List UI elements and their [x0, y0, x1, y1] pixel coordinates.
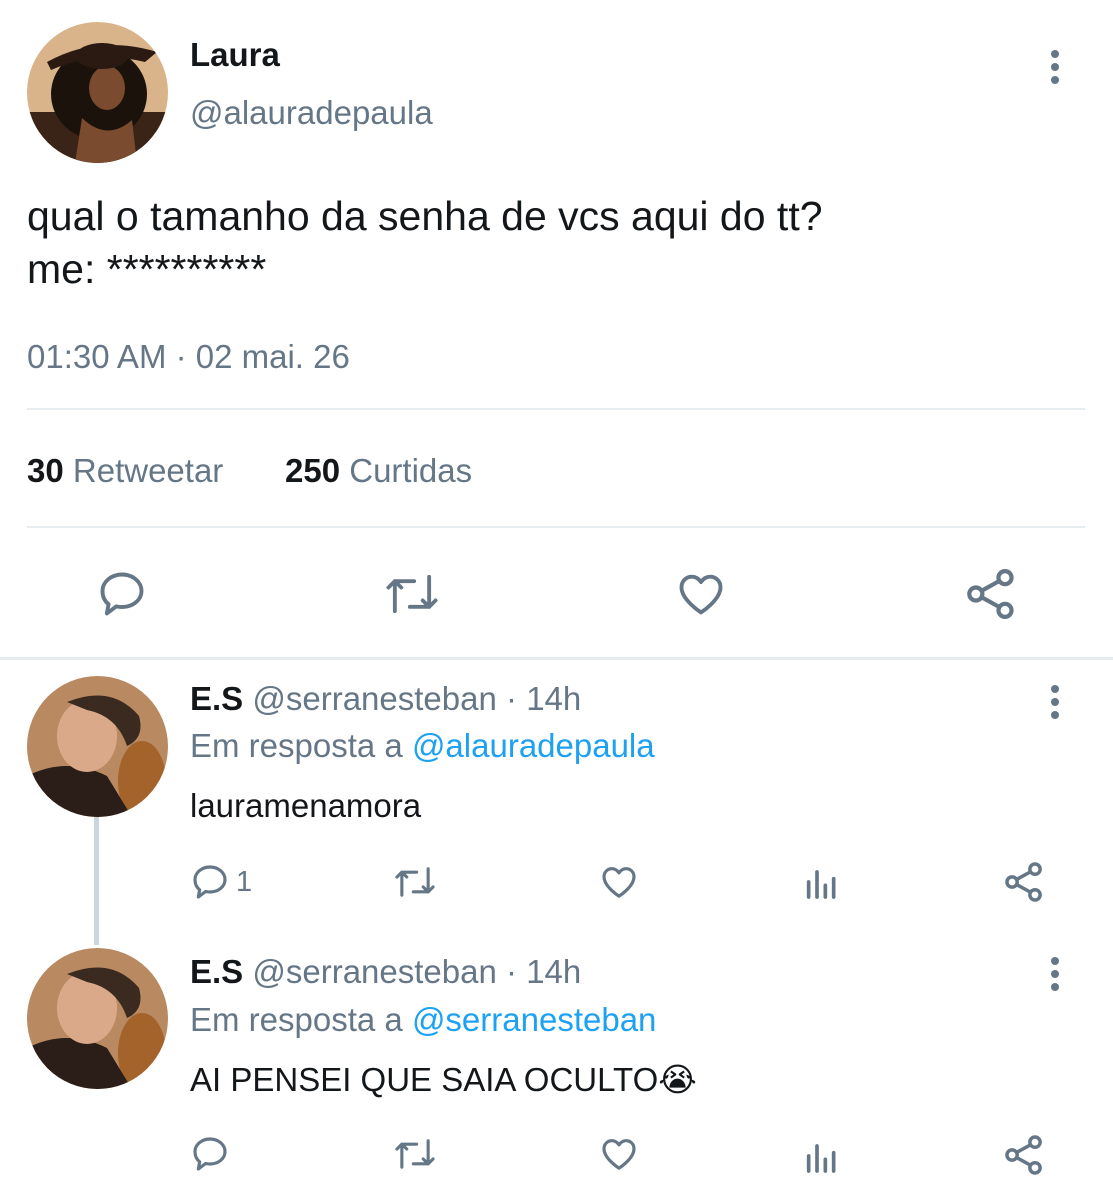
reply-button[interactable]: 1: [190, 862, 252, 902]
more-options-button[interactable]: [1045, 45, 1065, 105]
reply-context: Em resposta a @alauradepaula: [190, 727, 655, 765]
reply-display-name[interactable]: E.S: [190, 953, 243, 990]
author-display-name[interactable]: Laura: [190, 36, 280, 74]
reply-avatar[interactable]: [27, 948, 168, 1089]
reply-context: Em resposta a @serranesteban: [190, 1001, 656, 1039]
section-divider: [0, 657, 1113, 660]
retweet-icon: [386, 574, 438, 614]
reply-header: E.S @serranesteban · 14h: [190, 680, 581, 718]
reply-header: E.S @serranesteban · 14h: [190, 953, 581, 991]
tweet-text-line1: qual o tamanho da senha de vcs aqui do t…: [27, 193, 823, 239]
reply-button[interactable]: [96, 568, 148, 620]
like-icon: [602, 867, 636, 898]
reply-time[interactable]: · 14h: [506, 680, 581, 717]
retweet-count: 30: [27, 452, 64, 489]
crying-emoji: 😭: [658, 1061, 697, 1098]
share-icon: [967, 569, 1014, 619]
like-label: Curtidas: [349, 452, 473, 489]
share-button[interactable]: [1002, 1133, 1046, 1177]
reply-to-link[interactable]: @serranesteban: [412, 1001, 656, 1038]
retweet-button[interactable]: [392, 862, 438, 902]
divider: [27, 408, 1085, 410]
analytics-icon: [806, 1144, 836, 1173]
retweet-stats[interactable]: 30 Retweetar: [27, 452, 223, 490]
like-count: 250: [285, 452, 341, 489]
thread-line: [94, 815, 99, 945]
share-button[interactable]: [1002, 860, 1046, 904]
analytics-button[interactable]: [802, 1136, 842, 1176]
reply-time[interactable]: · 14h: [506, 953, 581, 990]
share-button[interactable]: [963, 566, 1019, 622]
retweet-icon: [395, 1139, 435, 1169]
retweet-button[interactable]: [392, 1134, 438, 1174]
analytics-icon: [806, 870, 836, 899]
tweet-text-line2: me: **********: [27, 246, 267, 292]
retweet-label: Retweetar: [72, 452, 224, 489]
share-icon: [1005, 862, 1042, 902]
analytics-button[interactable]: [802, 862, 842, 902]
tweet-timestamp[interactable]: 01:30 AM · 02 mai. 26: [27, 338, 350, 376]
divider: [27, 526, 1085, 528]
reply-prefix: Em resposta a: [190, 1001, 403, 1038]
more-icon: [1051, 50, 1059, 58]
author-avatar[interactable]: [27, 22, 168, 163]
reply-text: AI PENSEI QUE SAIA OCULTO: [190, 1061, 659, 1098]
author-handle[interactable]: @alauradepaula: [190, 94, 433, 132]
reply-display-name[interactable]: E.S: [190, 680, 243, 717]
like-icon: [602, 1139, 636, 1170]
like-button[interactable]: [674, 568, 728, 620]
reply-icon: [193, 1137, 227, 1171]
reply-handle[interactable]: @serranesteban: [252, 953, 496, 990]
reply-icon: [100, 572, 144, 616]
reply-text: lauramenamora: [190, 787, 422, 824]
reply-count: 1: [236, 865, 253, 898]
reply-avatar[interactable]: [27, 676, 168, 817]
like-button[interactable]: [598, 1134, 640, 1174]
retweet-icon: [395, 867, 435, 897]
more-options-button[interactable]: [1045, 680, 1065, 740]
share-icon: [1005, 1135, 1042, 1175]
like-stats[interactable]: 250 Curtidas: [285, 452, 472, 490]
reply-button[interactable]: [190, 1134, 230, 1174]
retweet-button[interactable]: [382, 568, 442, 620]
reply-handle[interactable]: @serranesteban: [252, 680, 496, 717]
reply-text-container: AI PENSEI QUE SAIA OCULTO😭: [190, 1060, 697, 1099]
reply-to-link[interactable]: @alauradepaula: [412, 727, 655, 764]
more-options-button[interactable]: [1045, 952, 1065, 1012]
more-icon: [1051, 957, 1059, 965]
reply-icon: [193, 865, 227, 899]
like-button[interactable]: [598, 862, 640, 902]
more-icon: [1051, 685, 1059, 693]
like-icon: [679, 574, 723, 615]
reply-prefix: Em resposta a: [190, 727, 403, 764]
